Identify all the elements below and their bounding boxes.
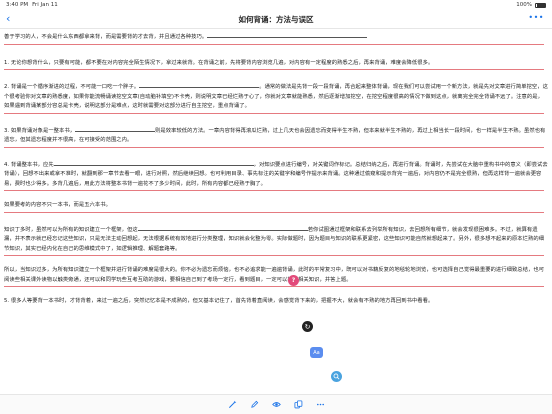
bottom-toolbar (0, 394, 552, 414)
paragraph-divider (4, 69, 544, 70)
text-run: 所以，当知识过多，为所有知识建立一个框架并进行背诵的难度是很大的。你不必为遗忘而… (4, 267, 545, 283)
text-style-badge[interactable]: Aa (310, 347, 323, 358)
paragraph-text: 知识丁多时，虽然可以为所有的知识建立一个框架，但这 若你试图通过框架和联系去列举所… (4, 225, 548, 255)
paragraph-text: 5. 很多人等要背一本书时，才背背着，来过一遍之后，突然记忆本是不成熟的，但又基… (4, 297, 548, 307)
eye-icon[interactable] (271, 400, 281, 410)
paragraph-text: 3. 如果背诵对象是一整本书， 则是效率较低的方法。一章内容背得再滚瓜烂熟，过上几… (4, 126, 548, 146)
paragraph-block: 2. 背诵是一个循序渐进的过程，不可能一口吃一个胖子。 。通常的做法是先背一段一段… (4, 82, 548, 114)
question-badge[interactable]: ? (288, 275, 299, 286)
more-options-button[interactable]: ••• (528, 13, 544, 22)
redo-badge[interactable]: ↻ (302, 321, 313, 332)
fill-in-blank[interactable] (207, 32, 368, 38)
paragraph-divider (4, 211, 544, 213)
status-date: Fri Jan 11 (32, 2, 58, 8)
paragraph-text: 2. 背诵是一个循序渐进的过程，不可能一口吃一个胖子。 。通常的做法是先背一段一段… (4, 82, 548, 112)
fill-in-blank[interactable] (139, 82, 260, 88)
search-icon (333, 373, 340, 380)
status-bar: 3:40 PM Fri Jan 11 100% (0, 0, 552, 10)
paragraph-text: 1. 无论你想背什么，只要有可能，都不要在对内容完全陌生情况下，拿过来就背。在背… (4, 59, 548, 69)
back-button[interactable]: ‹ (6, 12, 10, 25)
text-run: 3. 如果背诵对象是一整本书， (4, 127, 76, 134)
paragraph-divider (4, 146, 544, 148)
article-content: 善于学习的人，不会是什么东西都拿来背，而是需要背的才去背，并且通过各种技巧。 1.… (0, 30, 552, 392)
paragraph-block: 5. 很多人等要背一本书时，才背背着，来过一遍之后，突然记忆本是不成熟的，但又基… (4, 297, 548, 307)
more-icon[interactable] (315, 400, 325, 410)
text-run: 2. 背诵是一个循序渐进的过程，不可能一口吃一个胖子。 (4, 84, 140, 90)
text-run: 如果要考的内容不只一本书，而是五六本书。 (4, 202, 111, 208)
paragraph-text: 善于学习的人，不会是什么东西都拿来背，而是需要背的才去背，并且通过各种技巧。 (4, 32, 548, 43)
paragraph-divider (4, 286, 544, 287)
app-window: 3:40 PM Fri Jan 11 100% ‹ 如何背诵：方法与误区 •••… (0, 0, 552, 414)
battery-icon (535, 2, 546, 8)
status-time: 3:40 PM (6, 2, 29, 8)
paragraph-text: 如果要考的内容不只一本书，而是五六本书。 (4, 201, 548, 211)
paragraph-block: 1. 无论你想背什么，只要有可能，都不要在对内容完全陌生情况下，拿过来就背。在背… (4, 59, 548, 70)
text-run: 善于学习的人，不会是什么东西都拿来背，而是需要背的才去背，并且通过各种技巧。 (4, 34, 208, 40)
paragraph-block: 4. 背诵整本书，应先 ，对知识要点进行编号，对关键词作标记。总结归纳之后，再进行… (4, 160, 548, 191)
battery-percent: 100% (516, 2, 532, 8)
pencil-icon[interactable] (249, 400, 259, 410)
paragraph-divider (4, 112, 544, 114)
text-run: 4. 背诵整本书，应先 (4, 161, 54, 168)
magic-wand-icon[interactable] (227, 400, 237, 410)
paragraph-block: 所以，当知识过多，为所有知识建立一个框架并进行背诵的难度是很大的。你不必为遗忘而… (4, 266, 548, 287)
paragraph-divider (4, 190, 544, 191)
fill-in-blank[interactable] (137, 225, 308, 231)
text-run: 5. 很多人等要背一本书时，才背背着，来过一遍之后，突然记忆本是不成熟的，但又基… (4, 298, 434, 304)
fill-in-blank[interactable] (75, 126, 156, 132)
paragraph-divider (4, 43, 544, 45)
paragraph-block: 3. 如果背诵对象是一整本书， 则是效率较低的方法。一章内容背得再滚瓜烂熟，过上几… (4, 126, 548, 148)
paragraph-text: 4. 背诵整本书，应先 ，对知识要点进行编号，对关键词作标记。总结归纳之后，再进行… (4, 160, 548, 190)
paragraph-block: 如果要考的内容不只一本书，而是五六本书。 (4, 201, 548, 213)
paragraph-text: 所以，当知识过多，为所有知识建立一个框架并进行背诵的难度是很大的。你不必为遗忘而… (4, 266, 548, 285)
text-run: 1. 无论你想背什么，只要有可能，都不要在对内容完全陌生情况下，拿过来就背。在背… (4, 59, 434, 66)
copy-icon[interactable] (293, 400, 303, 410)
paragraph-block: 知识丁多时，虽然可以为所有的知识建立一个框架，但这 若你试图通过框架和联系去列举所… (4, 225, 548, 256)
nav-bar: ‹ 如何背诵：方法与误区 ••• (0, 10, 552, 29)
page-title: 如何背诵：方法与误区 (238, 14, 314, 24)
text-run: 知识丁多时，虽然可以为所有的知识建立一个框架，但这 (4, 226, 138, 233)
fill-in-blank[interactable] (53, 160, 254, 166)
paragraph-block: 善于学习的人，不会是什么东西都拿来背，而是需要背的才去背，并且通过各种技巧。 (4, 32, 548, 45)
paragraph-divider (4, 255, 544, 256)
search-badge[interactable] (331, 371, 342, 382)
